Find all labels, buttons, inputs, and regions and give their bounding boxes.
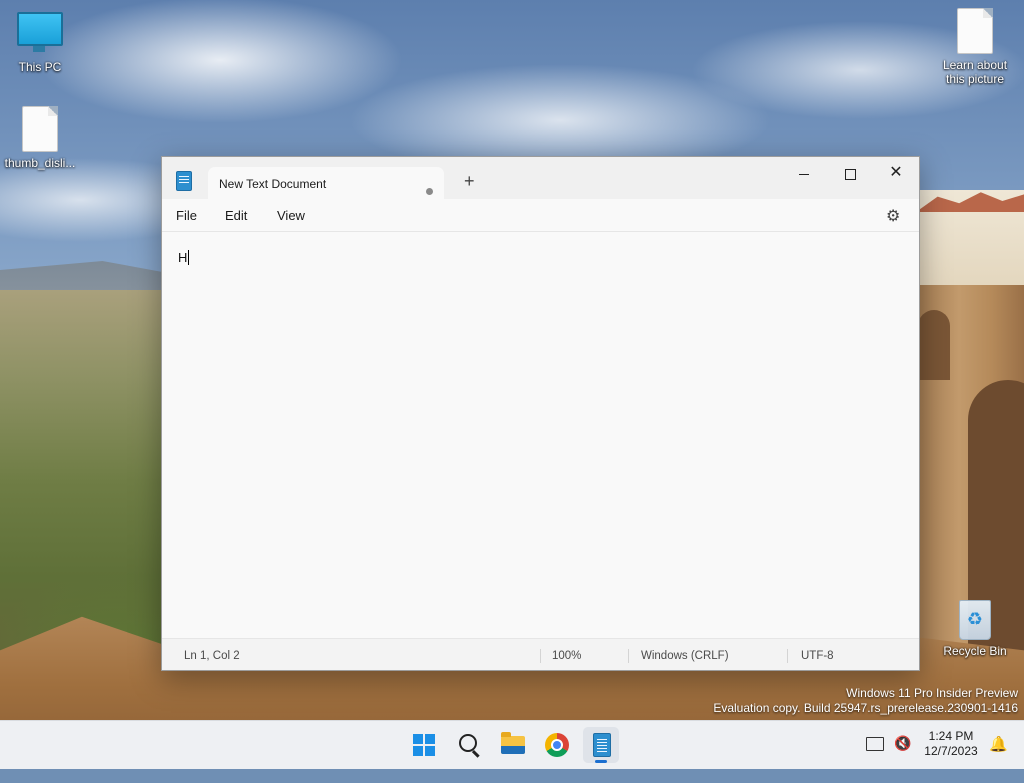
status-cursor-position: Ln 1, Col 2 [184, 650, 240, 662]
start-button[interactable] [406, 727, 442, 763]
watermark-line-2: Evaluation copy. Build 25947.rs_prerelea… [713, 701, 1018, 715]
status-bar: Ln 1, Col 2 100% Windows (CRLF) UTF-8 [162, 638, 919, 670]
watermark-line-1: Windows 11 Pro Insider Preview [846, 686, 1018, 700]
menu-edit[interactable]: Edit [225, 208, 247, 223]
search-button[interactable] [451, 727, 487, 763]
desktop-icon-thumb-file[interactable]: thumb_disli... [0, 106, 80, 170]
active-app-indicator [595, 760, 607, 763]
maximize-icon [844, 168, 856, 180]
tab-title: New Text Document [219, 177, 327, 191]
desktop-icon-this-pc[interactable]: This PC [0, 12, 80, 74]
gear-icon[interactable]: ⚙ [886, 206, 900, 226]
taskbar: 🔇 1:24 PM 12/7/2023 🔔 [0, 720, 1024, 769]
menu-file[interactable]: File [176, 208, 197, 223]
new-tab-button[interactable]: + [464, 172, 475, 190]
editor-text: H [178, 250, 188, 265]
title-bar[interactable]: New Text Document + ✕ [162, 157, 919, 199]
status-encoding[interactable]: UTF-8 [801, 650, 834, 662]
windows-start-icon [413, 734, 435, 756]
status-divider [628, 649, 629, 663]
clock-date: 12/7/2023 [924, 744, 978, 758]
notepad-icon [593, 733, 611, 757]
notification-bell-icon[interactable]: 🔔 [989, 735, 1008, 753]
close-icon: ✕ [889, 164, 903, 181]
volume-muted-icon[interactable]: 🔇 [894, 735, 911, 783]
computer-icon [17, 12, 63, 52]
file-icon [22, 106, 58, 152]
text-caret [188, 250, 190, 265]
tab-new-text-document[interactable]: New Text Document [208, 167, 444, 199]
status-line-ending[interactable]: Windows (CRLF) [641, 650, 729, 662]
network-icon[interactable] [866, 737, 884, 751]
maximize-button[interactable] [827, 159, 873, 189]
desktop-icon-label: Recycle Bin [943, 644, 1007, 658]
text-editor[interactable]: H [162, 232, 919, 638]
close-button[interactable]: ✕ [873, 159, 919, 189]
evaluation-watermark: Windows 11 Pro Insider Preview Evaluatio… [713, 686, 1018, 716]
unsaved-indicator-icon[interactable] [426, 188, 433, 195]
notepad-icon [176, 171, 192, 191]
clock-time: 1:24 PM [928, 729, 974, 743]
desktop-icon-label: thumb_disli... [4, 156, 76, 170]
desktop-icon-label: Learn about this picture [942, 58, 1008, 86]
recycle-bin-icon [959, 600, 991, 640]
notepad-window: New Text Document + ✕ File Edit View ⚙ H… [161, 156, 920, 671]
editor-content[interactable]: H [178, 250, 190, 265]
chrome-button[interactable] [539, 727, 575, 763]
chrome-icon [545, 733, 569, 757]
notepad-taskbar-button[interactable] [583, 727, 619, 763]
desktop-icon-learn-about-picture[interactable]: Learn about this picture [935, 8, 1015, 86]
status-divider [540, 649, 541, 663]
minimize-button[interactable] [781, 159, 827, 189]
file-explorer-icon [501, 732, 525, 754]
status-zoom[interactable]: 100% [552, 650, 581, 662]
file-explorer-button[interactable] [495, 727, 531, 763]
clock[interactable]: 1:24 PM 12/7/2023 [918, 729, 984, 759]
search-icon [459, 734, 477, 752]
status-divider [787, 649, 788, 663]
minimize-icon [799, 173, 809, 175]
desktop-icon-label: This PC [18, 60, 62, 74]
menu-bar: File Edit View ⚙ [162, 199, 919, 232]
file-icon [957, 8, 993, 54]
desktop-icon-recycle-bin[interactable]: Recycle Bin [935, 600, 1015, 658]
wallpaper-arch-small [918, 310, 950, 380]
menu-view[interactable]: View [277, 208, 305, 223]
